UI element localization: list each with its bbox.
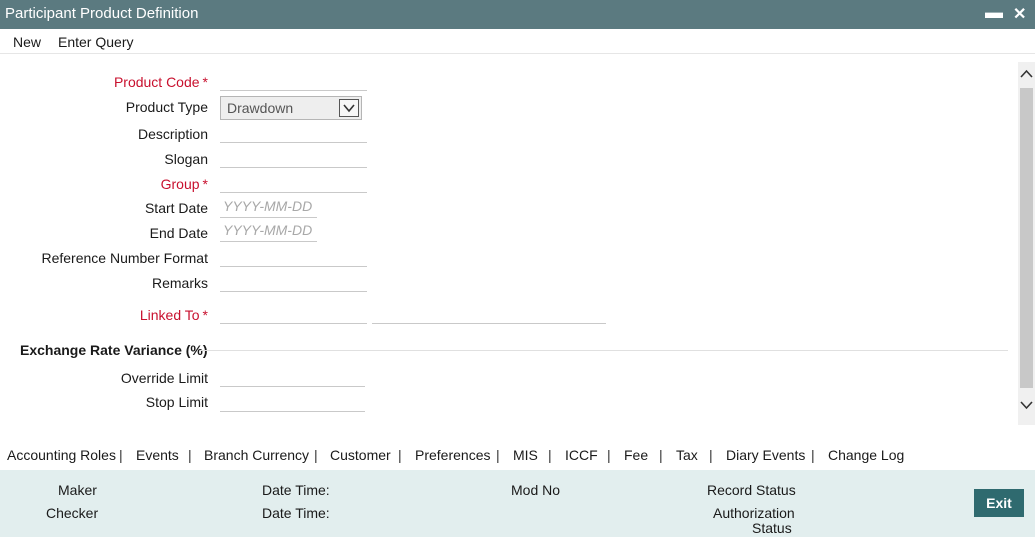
authorization-status-label: Authorization [713, 505, 795, 521]
authorization-status-label-line2: Status [752, 520, 792, 536]
product-code-input[interactable] [220, 67, 367, 91]
tab-separator: | [496, 447, 500, 463]
tab-events[interactable]: Events [136, 447, 179, 463]
description-input[interactable] [220, 119, 367, 143]
new-menu-item[interactable]: New [13, 34, 41, 50]
product-type-value: Drawdown [227, 100, 294, 116]
tab-separator: | [398, 447, 402, 463]
slogan-label: Slogan [164, 151, 208, 167]
exchange-rate-variance-title: Exchange Rate Variance (%) [20, 342, 208, 358]
chevron-down-icon[interactable] [339, 99, 359, 117]
end-date-input[interactable] [220, 218, 317, 242]
tab-tax[interactable]: Tax [676, 447, 698, 463]
tab-separator: | [607, 447, 611, 463]
linked-to-label: Linked To * [139, 307, 208, 323]
scroll-down-icon[interactable] [1019, 395, 1034, 415]
enter-query-menu-item[interactable]: Enter Query [58, 34, 133, 50]
tab-customer[interactable]: Customer [330, 447, 391, 463]
slogan-input[interactable] [220, 144, 367, 168]
start-date-input[interactable] [220, 194, 317, 218]
menu-bar: New Enter Query [0, 29, 1035, 54]
window-titlebar: Participant Product Definition ▬ ✕ [0, 0, 1035, 29]
linked-to-input[interactable] [220, 300, 367, 324]
tab-separator: | [811, 447, 815, 463]
tab-mis[interactable]: MIS [513, 447, 538, 463]
close-icon[interactable]: ✕ [1013, 4, 1026, 24]
section-divider [200, 350, 1008, 351]
checker-date-time-label: Date Time: [262, 505, 330, 521]
checker-label: Checker [46, 505, 99, 521]
tab-separator: | [314, 447, 318, 463]
stop-limit-label: Stop Limit [145, 394, 208, 410]
start-date-label: Start Date [144, 200, 208, 216]
reference-number-format-input[interactable] [220, 243, 367, 267]
tab-preferences[interactable]: Preferences [415, 447, 490, 463]
mod-no-label: Mod No [511, 482, 561, 498]
end-date-label: End Date [149, 225, 208, 241]
maker-label: Maker [58, 482, 97, 498]
scrollbar-thumb[interactable] [1020, 88, 1033, 388]
tab-separator: | [548, 447, 552, 463]
vertical-scrollbar[interactable] [1018, 62, 1035, 425]
tab-accounting-roles[interactable]: Accounting Roles [7, 447, 116, 463]
product-code-label: Product Code * [113, 74, 208, 90]
audit-footer: Maker Checker Date Time: Date Time: Mod … [0, 470, 1035, 537]
subsystem-tabs: Accounting Roles | Events | Branch Curre… [0, 438, 1035, 470]
override-limit-input[interactable] [220, 363, 365, 387]
reference-number-format-label: Reference Number Format [41, 250, 208, 266]
tab-fee[interactable]: Fee [624, 447, 648, 463]
maker-date-time-label: Date Time: [262, 482, 330, 498]
group-input[interactable] [220, 169, 367, 193]
group-label: Group * [160, 176, 208, 192]
linked-to-description-input[interactable] [372, 300, 606, 324]
window-title: Participant Product Definition [5, 5, 199, 22]
tab-iccf[interactable]: ICCF [565, 447, 598, 463]
remarks-input[interactable] [220, 268, 367, 292]
tab-separator: | [188, 447, 192, 463]
tab-change-log[interactable]: Change Log [828, 447, 904, 463]
remarks-label: Remarks [151, 275, 208, 291]
record-status-label: Record Status [707, 482, 796, 498]
minimize-icon[interactable]: ▬ [985, 2, 1003, 23]
description-label: Description [137, 126, 208, 142]
tab-separator: | [709, 447, 713, 463]
tab-branch-currency[interactable]: Branch Currency [204, 447, 309, 463]
stop-limit-input[interactable] [220, 388, 365, 412]
tab-separator: | [119, 447, 123, 463]
scroll-up-icon[interactable] [1019, 64, 1034, 84]
product-form: Product Code * Product Type Drawdown Desc… [0, 54, 1018, 437]
exit-button[interactable]: Exit [974, 489, 1024, 517]
tab-diary-events[interactable]: Diary Events [726, 447, 805, 463]
product-type-label: Product Type [125, 99, 208, 115]
product-type-select[interactable]: Drawdown [220, 96, 362, 120]
override-limit-label: Override Limit [120, 370, 208, 386]
tab-separator: | [659, 447, 663, 463]
